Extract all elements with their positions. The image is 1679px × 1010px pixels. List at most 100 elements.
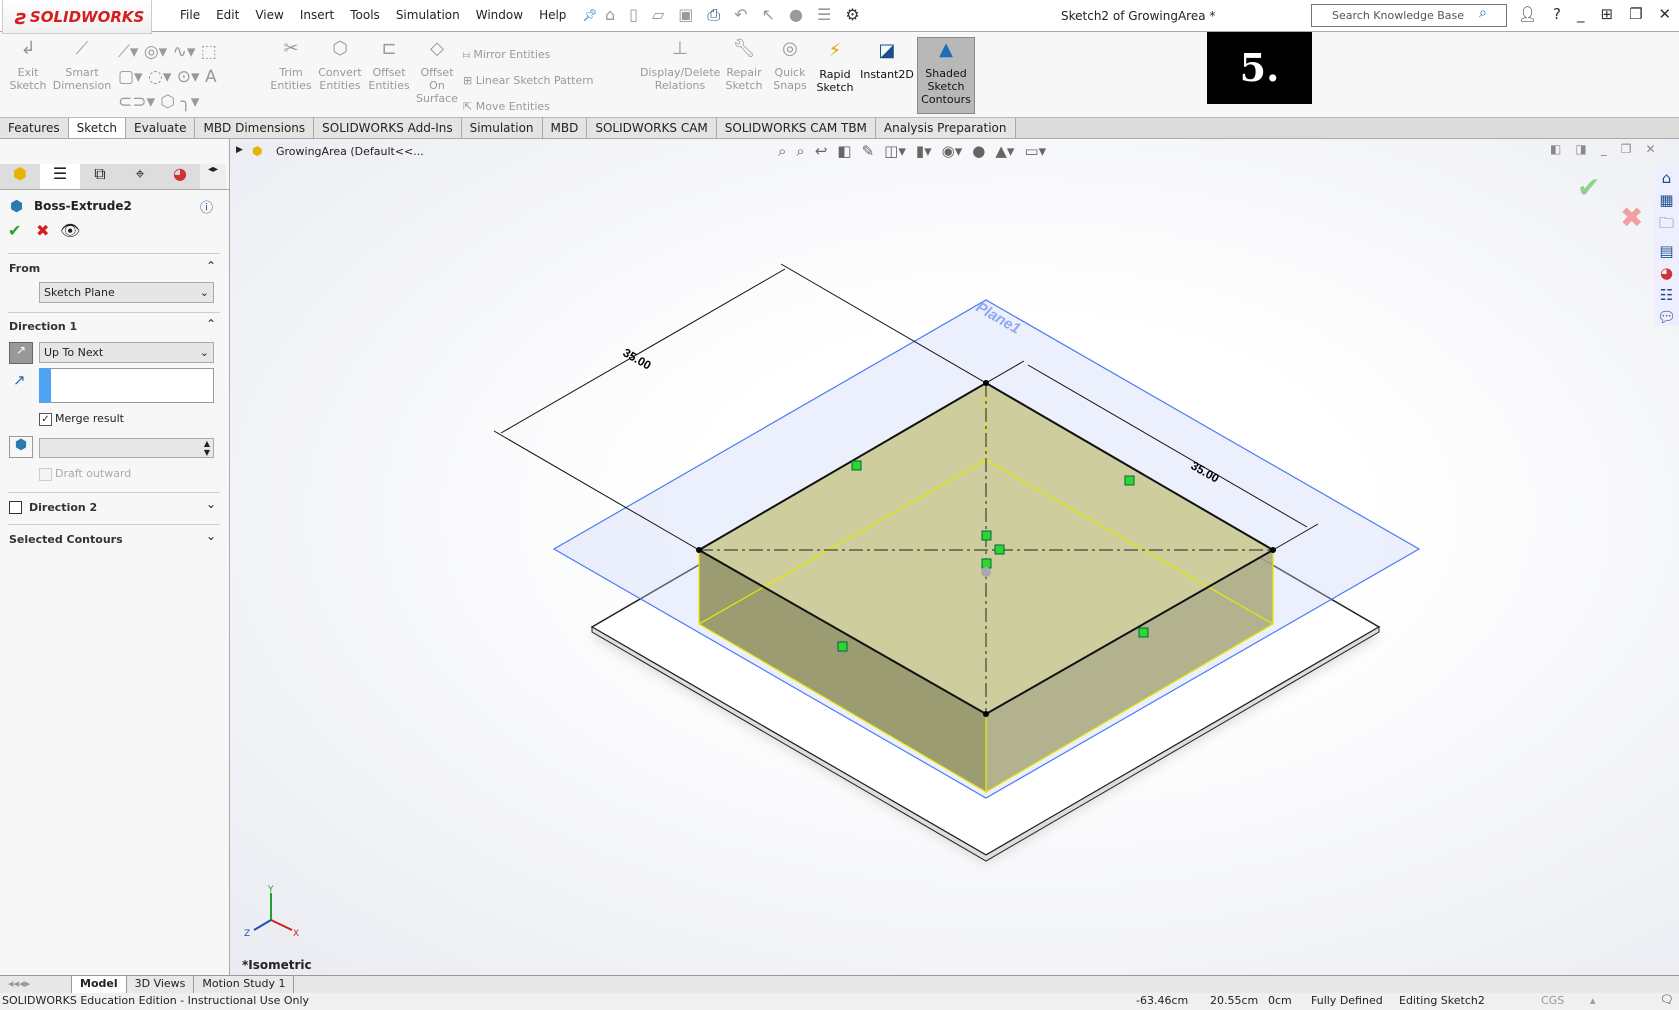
move-entities-button[interactable]: ⇱ Move Entities [463, 94, 594, 120]
linear-pattern-button[interactable]: ⊞ Linear Sketch Pattern [463, 68, 594, 94]
tab-scroll-arrows[interactable]: ◂▸ [200, 164, 226, 189]
ok-check-icon[interactable]: ✔ [8, 221, 21, 240]
triad-x: X [293, 929, 299, 939]
draft-toggle-button[interactable]: ⬢ [9, 436, 33, 458]
user-icon[interactable]: 👤︎ [1518, 5, 1537, 23]
tab-analysis-preparation[interactable]: Analysis Preparation [875, 118, 1016, 138]
instant2d-button[interactable]: ◪ Instant2D [860, 42, 914, 82]
tab-mbd-dimensions[interactable]: MBD Dimensions [195, 118, 315, 138]
new-icon[interactable]: ▯ [629, 5, 638, 25]
quick-snaps-button[interactable]: ◎ Quick Snaps [770, 40, 810, 93]
restore-icon[interactable]: ❐ [1629, 5, 1642, 23]
tab-evaluate[interactable]: Evaluate [126, 118, 196, 138]
offset-on-surface-button[interactable]: ◇ Offset On Surface [414, 40, 460, 106]
repair-sketch-button[interactable]: 🔧︎ Repair Sketch [724, 40, 764, 93]
display-manager-tab-icon[interactable]: ◕ [160, 164, 200, 189]
collapse-chevron-icon[interactable]: ⌃ [206, 317, 216, 331]
sketch-entities-group[interactable]: ⟋▾ ◎▾ ∿▾ ⬚ ▢▾ ◌▾ ⊙▾ A ⊂⊃▾ ⬡ ╮▾ [118, 40, 268, 115]
label: Offset Entities [368, 66, 410, 92]
units-up-arrow-icon[interactable]: ▴ [1590, 994, 1596, 1007]
rectangle-icon[interactable]: ▢▾ ◌▾ ⊙▾ A [118, 67, 217, 87]
menu-insert[interactable]: Insert [300, 8, 334, 22]
label: Shaded Sketch Contours [921, 67, 971, 106]
home-icon[interactable]: ⌂ [605, 5, 615, 25]
exit-sketch-button[interactable]: ↲ Exit Sketch [8, 38, 48, 93]
feature-manager-tab-icon[interactable]: ⬢ [0, 164, 40, 189]
end-condition-select[interactable]: Up To Next ⌄ [39, 342, 214, 363]
search-icon[interactable]: ⌕ [1479, 5, 1487, 21]
unit-system[interactable]: CGS [1541, 994, 1564, 1007]
collapse-chevron-icon[interactable]: ⌃ [206, 259, 216, 273]
tab-3d-views[interactable]: 3D Views [127, 976, 195, 993]
options-gear-icon[interactable]: ⚙ [845, 5, 859, 25]
preview-eye-icon[interactable]: 👁︎ [60, 221, 80, 240]
merge-result-checkbox[interactable]: ✓ [39, 413, 52, 426]
exit-sketch-icon: ↲ [20, 38, 36, 59]
draft-outward-checkbox[interactable] [39, 468, 52, 481]
direction2-checkbox[interactable] [9, 501, 22, 514]
open-icon[interactable]: ▱ [652, 5, 664, 25]
menu-simulation[interactable]: Simulation [396, 8, 460, 22]
dimension-1-value[interactable]: 35.00 [621, 345, 654, 372]
configuration-manager-tab-icon[interactable]: ⧉ [80, 164, 120, 189]
help-icon[interactable]: ? [1553, 5, 1561, 23]
save-icon[interactable]: ▣ [678, 5, 693, 25]
draft-angle-spinner[interactable]: ▲ ▼ [39, 438, 214, 458]
tab-model[interactable]: Model [72, 976, 127, 993]
rapid-sketch-button[interactable]: ⚡ Rapid Sketch [814, 42, 856, 95]
offset-entities-button[interactable]: ⊏ Offset Entities [368, 40, 410, 93]
dimxpert-tab-icon[interactable]: ⌖ [120, 164, 160, 189]
expand-chevron-icon[interactable]: ⌄ [206, 529, 216, 543]
menu-edit[interactable]: Edit [216, 8, 239, 22]
shaded-sketch-contours-button[interactable]: ▲ Shaded Sketch Contours [917, 37, 975, 114]
tile-icon[interactable]: ⊞ [1601, 5, 1614, 23]
menu-tools[interactable]: Tools [350, 8, 380, 22]
reverse-direction-button[interactable]: ↗ [9, 342, 33, 364]
minimize-icon[interactable]: _ [1577, 5, 1585, 23]
file-properties-icon[interactable]: ☰ [817, 5, 831, 25]
menu-help[interactable]: Help [539, 8, 566, 22]
menu-file[interactable]: File [180, 8, 200, 22]
from-value: Sketch Plane [44, 286, 115, 299]
spinner-arrows-icon[interactable]: ▲ ▼ [204, 439, 213, 457]
graphics-area[interactable]: ▶ ⬢ GrowingArea (Default<<... ⌕ ⌕ ↩ ◧ ✎ ◫▾ ▮▾ ◉… [230, 139, 1679, 975]
tab-sketch[interactable]: Sketch [68, 118, 127, 138]
tab-cam-tbm[interactable]: SOLIDWORKS CAM TBM [716, 118, 876, 138]
property-manager-tab-icon[interactable]: ☰ [40, 164, 80, 189]
smart-dimension-button[interactable]: ⟋ Smart Dimension [52, 40, 112, 93]
print-icon[interactable]: ⎙ [707, 5, 720, 25]
tab-features[interactable]: Features [0, 118, 69, 138]
slot-icon[interactable]: ⊂⊃▾ ⬡ ╮▾ [118, 92, 199, 112]
menu-window[interactable]: Window [476, 8, 523, 22]
line-icon[interactable]: ⟋▾ ◎▾ ∿▾ ⬚ [118, 42, 217, 62]
direction-reference-input[interactable] [39, 368, 214, 403]
close-icon[interactable]: ✕ [1659, 5, 1672, 23]
convert-entities-button[interactable]: ⬡ Convert Entities [316, 40, 364, 93]
select-icon[interactable]: ↖ [762, 5, 775, 25]
help-icon[interactable]: ⓘ [200, 197, 213, 216]
display-delete-relations-button[interactable]: ⊥ Display/Delete Relations [640, 40, 720, 93]
tab-scroll-arrows[interactable]: ◂◂◂▸ [0, 976, 72, 993]
tooltip-icon[interactable]: 🗨︎ [1660, 993, 1674, 1006]
tab-simulation[interactable]: Simulation [461, 118, 543, 138]
pin-icon[interactable]: 📌︎ [582, 8, 597, 22]
cancel-x-icon[interactable]: ✖ [36, 221, 49, 240]
draft-outward-label: Draft outward [55, 467, 132, 480]
property-manager-panel: ⬢ ☰ ⧉ ⌖ ◕ ◂▸ ⬢ Boss-Extrude2 ⓘ ✔ ✖ 👁︎ Fr… [0, 139, 230, 975]
undo-icon[interactable]: ↶ [734, 5, 747, 25]
label: Rapid Sketch [816, 68, 854, 94]
tab-addins[interactable]: SOLIDWORKS Add-Ins [314, 118, 462, 138]
rebuild-icon[interactable]: ● [789, 5, 803, 25]
solidworks-logo[interactable]: ƨ SOLIDWORKS [2, 0, 152, 34]
command-manager: ↲ Exit Sketch ⟋ Smart Dimension ⟋▾ ◎▾ ∿▾ ⬚… [0, 32, 1679, 118]
search-knowledge-base-input[interactable]: Search Knowledge Base [1311, 4, 1507, 27]
tab-mbd[interactable]: MBD [542, 118, 588, 138]
menu-view[interactable]: View [255, 8, 283, 22]
from-select[interactable]: Sketch Plane ⌄ [39, 282, 214, 303]
mirror-entities-button[interactable]: ⧦ Mirror Entities [463, 42, 594, 68]
tab-motion-study[interactable]: Motion Study 1 [194, 976, 295, 993]
expand-chevron-icon[interactable]: ⌄ [206, 497, 216, 511]
model-canvas[interactable]: 35.00 35.00 Plane1 Y X Z [230, 139, 1679, 975]
trim-entities-button[interactable]: ✂ Trim Entities [270, 40, 312, 93]
tab-cam[interactable]: SOLIDWORKS CAM [587, 118, 717, 138]
